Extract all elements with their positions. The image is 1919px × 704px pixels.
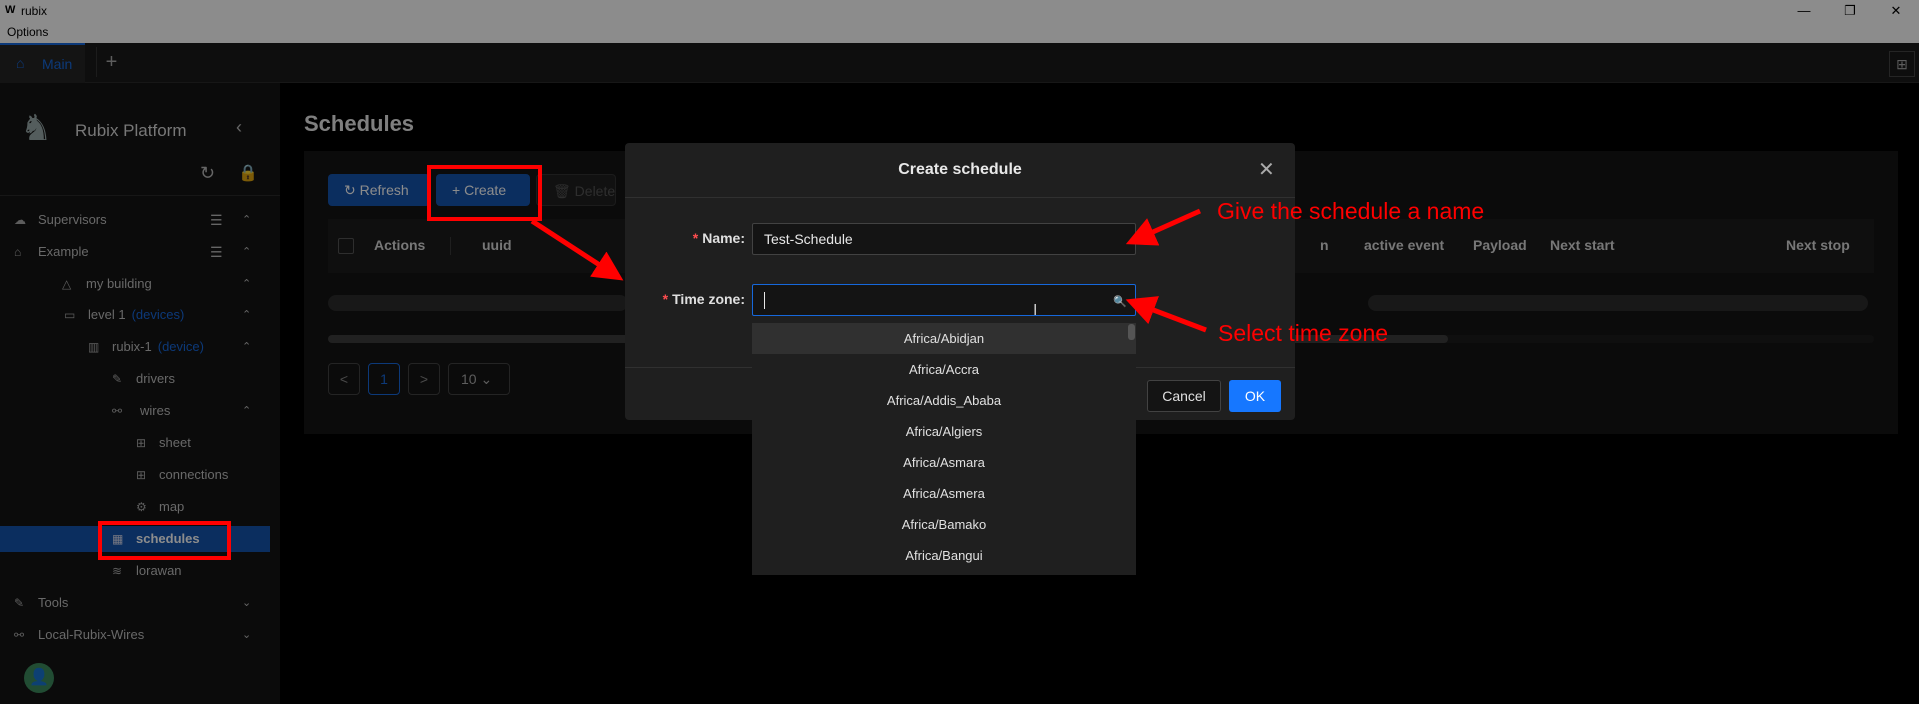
- arrow-to-timezone: [1125, 296, 1207, 333]
- annotation-arrows: [530, 208, 1207, 333]
- timezone-hint-text: Select time zone: [1218, 320, 1389, 346]
- arrow-to-name: [1125, 208, 1202, 246]
- arrow-to-modal: [530, 218, 624, 281]
- name-hint-text: Give the schedule a name: [1217, 198, 1485, 224]
